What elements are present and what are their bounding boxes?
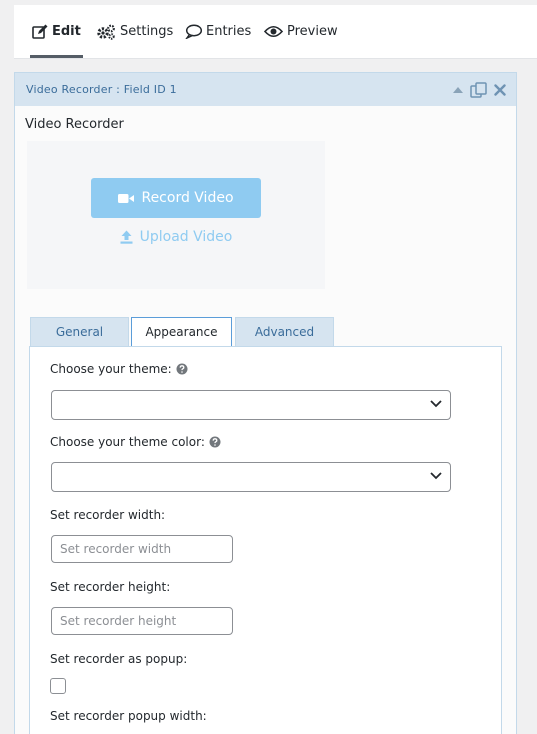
tab-settings-label: Settings: [120, 24, 174, 39]
theme-color-label: Choose your theme color:: [50, 435, 205, 449]
tab-edit-label: Edit: [52, 24, 81, 39]
field-panel-title: Video Recorder : Field ID 1: [26, 83, 177, 96]
help-icon[interactable]: [176, 363, 188, 375]
chevron-down-icon: [430, 399, 442, 408]
field-panel: Video Recorder : Field ID 1 Video Record…: [14, 72, 517, 734]
record-video-button[interactable]: Record Video: [91, 178, 261, 218]
recorder-width-input[interactable]: [51, 535, 233, 563]
top-tab-bar: Edit Settings Entries Preview: [14, 5, 537, 59]
field-label: Video Recorder: [25, 117, 124, 132]
gears-icon: [96, 24, 116, 40]
upload-video-label: Upload Video: [139, 229, 233, 245]
theme-color-select[interactable]: [51, 462, 451, 492]
panel-header-actions: [453, 82, 506, 98]
theme-select[interactable]: [51, 390, 451, 420]
tab-preview-label: Preview: [287, 24, 338, 39]
chevron-down-icon: [430, 471, 442, 480]
tab-appearance[interactable]: Appearance: [131, 317, 232, 347]
theme-label: Choose your theme:: [50, 362, 172, 376]
recorder-width-label: Set recorder width:: [50, 508, 166, 522]
recorder-popup-width-label: Set recorder popup width:: [50, 709, 207, 723]
upload-video-link[interactable]: Upload Video: [91, 227, 261, 247]
tab-entries-label: Entries: [206, 24, 252, 39]
recorder-popup-checkbox[interactable]: [50, 678, 66, 694]
recorder-height-label: Set recorder height:: [50, 580, 171, 594]
video-camera-icon: [118, 193, 135, 204]
edit-icon: [32, 24, 48, 39]
tab-general[interactable]: General: [30, 317, 129, 346]
upload-icon: [120, 230, 133, 244]
help-icon[interactable]: [209, 436, 221, 448]
duplicate-icon[interactable]: [470, 82, 487, 98]
tab-advanced[interactable]: Advanced: [235, 317, 334, 346]
field-panel-header[interactable]: Video Recorder : Field ID 1: [15, 73, 516, 106]
tab-entries[interactable]: Entries: [185, 5, 251, 58]
video-recorder-preview: Record Video Upload Video: [27, 141, 325, 289]
tab-preview[interactable]: Preview: [264, 5, 338, 58]
eye-icon: [264, 25, 283, 38]
theme-label-row: Choose your theme:: [50, 362, 188, 376]
tab-settings[interactable]: Settings: [96, 5, 173, 58]
theme-color-label-row: Choose your theme color:: [50, 435, 221, 449]
record-video-label: Record Video: [141, 190, 234, 206]
collapse-arrow-icon[interactable]: [453, 86, 463, 94]
recorder-height-input[interactable]: [51, 607, 233, 635]
speech-bubble-icon: [185, 24, 202, 39]
appearance-tab-body: Choose your theme: Choose your theme col…: [29, 346, 502, 734]
tab-edit[interactable]: Edit: [30, 5, 83, 58]
recorder-popup-label: Set recorder as popup:: [50, 652, 188, 666]
close-icon[interactable]: [494, 84, 506, 96]
